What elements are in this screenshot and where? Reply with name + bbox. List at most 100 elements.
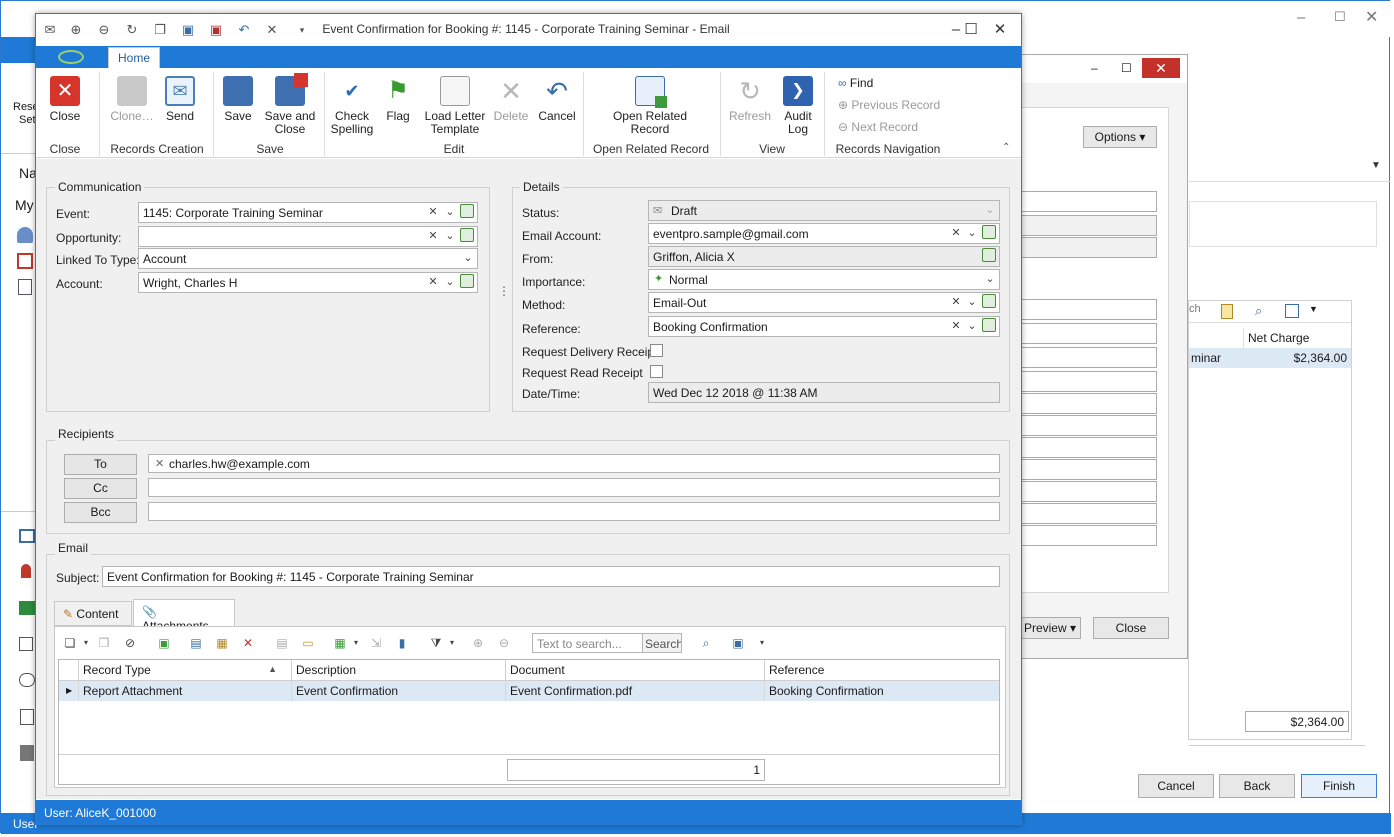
new-icon[interactable]: ❏ <box>62 635 78 651</box>
column-header-record-type[interactable]: Record Type ▲ <box>79 660 292 680</box>
document-icon[interactable] <box>18 279 32 295</box>
up-icon[interactable]: ⊕ <box>470 635 486 651</box>
chevron-down-icon[interactable]: ⌄ <box>982 201 998 220</box>
middle-dropdown[interactable] <box>1001 437 1157 458</box>
clear-icon[interactable]: ✕ <box>948 293 964 312</box>
remove-recipient-icon[interactable]: ✕ <box>155 457 164 470</box>
chevron-down-icon[interactable]: ▼ <box>1371 160 1381 171</box>
column-header-reference[interactable]: Reference <box>765 660 999 680</box>
background-finish-button[interactable]: Finish <box>1301 774 1377 798</box>
home-icon[interactable] <box>19 529 35 543</box>
chat-icon[interactable] <box>19 673 35 687</box>
add-record-icon[interactable]: ▣ <box>156 635 172 651</box>
clear-icon[interactable]: ✕ <box>948 224 964 243</box>
bcc-button[interactable]: Bcc <box>64 502 137 523</box>
clone-button[interactable]: Clone… <box>108 76 156 123</box>
chevron-down-icon[interactable]: ⌄ <box>982 270 998 289</box>
copy-icon[interactable]: ▤ <box>274 635 290 651</box>
bcc-field[interactable] <box>148 502 1000 521</box>
chevron-down-icon[interactable]: ⌄ <box>442 273 458 292</box>
tab-attachments[interactable]: 📎 Attachments <box>133 599 235 633</box>
delete-button[interactable]: ✕ Delete <box>492 76 530 123</box>
background-close-icon[interactable]: ✕ <box>1365 7 1378 27</box>
middle-close-icon[interactable]: ✕ <box>1142 58 1180 78</box>
middle-dropdown[interactable] <box>1001 191 1157 212</box>
print-icon[interactable]: ▣ <box>730 635 746 651</box>
grid-icon[interactable]: ▦ <box>332 635 348 651</box>
open-record-icon[interactable] <box>460 204 474 218</box>
calculator-icon[interactable] <box>20 745 34 761</box>
chevron-down-icon[interactable]: ⌄ <box>964 317 980 336</box>
chevron-down-icon[interactable]: ▾ <box>78 635 94 651</box>
open-record-icon[interactable] <box>982 294 996 308</box>
minimize-icon[interactable]: – <box>1091 61 1098 75</box>
pin-icon[interactable] <box>21 564 31 578</box>
send-button[interactable]: ✉ Send <box>160 76 200 123</box>
up-icon[interactable]: ⊕ <box>68 22 84 38</box>
options-button[interactable]: Options ▾ <box>1083 126 1157 148</box>
chevron-down-icon[interactable]: ▾ <box>444 635 460 651</box>
linked-to-type-dropdown[interactable]: Account <box>138 248 478 269</box>
net-charge-header[interactable]: Net Charge <box>1243 328 1351 348</box>
find-button[interactable]: ∞ Find <box>838 76 873 90</box>
save-button[interactable]: Save <box>220 76 256 123</box>
splitter-handle[interactable]: ⋮ <box>498 284 510 298</box>
column-header-description[interactable]: Description <box>292 660 506 680</box>
find-icon[interactable]: ⌕ <box>698 635 714 651</box>
search-button[interactable]: Search <box>642 633 682 653</box>
contacts-icon[interactable] <box>17 227 33 243</box>
middle-dropdown[interactable] <box>1001 481 1157 502</box>
maximize-icon[interactable]: ☐ <box>957 20 985 40</box>
chevron-down-icon[interactable]: ▾ <box>348 635 364 651</box>
clipboard-icon[interactable] <box>1221 304 1233 319</box>
clear-icon[interactable]: ✕ <box>425 203 441 222</box>
chevron-down-icon[interactable]: ▾ <box>754 635 770 651</box>
chevron-down-icon[interactable]: ⌄ <box>442 227 458 246</box>
app-logo[interactable] <box>58 50 84 64</box>
chevron-down-icon[interactable]: ⌄ <box>964 293 980 312</box>
clear-icon[interactable]: ✕ <box>948 317 964 336</box>
cc-field[interactable] <box>148 478 1000 497</box>
middle-dropdown[interactable] <box>1001 371 1157 392</box>
close-button[interactable]: ✕ Close <box>44 76 86 123</box>
view-icon[interactable]: ▤ <box>188 635 204 651</box>
background-cancel-button[interactable]: Cancel <box>1138 774 1214 798</box>
open-record-icon[interactable] <box>460 274 474 288</box>
delete-icon[interactable]: ✕ <box>240 635 256 651</box>
clone-icon[interactable]: ❐ <box>152 22 168 38</box>
middle-lookup[interactable] <box>1001 347 1157 368</box>
move-icon[interactable]: ⇲ <box>368 635 384 651</box>
subject-field[interactable]: Event Confirmation for Booking #: 1145 -… <box>102 566 1000 587</box>
filter-icon[interactable]: ⧩ <box>428 635 444 651</box>
open-record-icon[interactable] <box>460 228 474 242</box>
down-icon[interactable]: ⊖ <box>496 635 512 651</box>
down-icon[interactable]: ⊖ <box>96 22 112 38</box>
refresh-icon[interactable]: ↻ <box>124 22 140 38</box>
chevron-down-icon[interactable]: ⌄ <box>460 249 476 268</box>
money-icon[interactable] <box>19 601 35 615</box>
save-and-close-button[interactable]: Save and Close <box>262 73 318 136</box>
checklist-icon[interactable] <box>20 709 34 725</box>
middle-dropdown[interactable] <box>1001 415 1157 436</box>
info-icon[interactable]: ▮ <box>394 635 410 651</box>
row-expand-icon[interactable]: ▶ <box>59 681 79 701</box>
tab-content[interactable]: ✎ Content <box>54 601 132 626</box>
search-input[interactable]: Text to search... <box>532 633 644 653</box>
delivery-receipt-checkbox[interactable] <box>650 344 663 357</box>
refresh-button[interactable]: ↻ Refresh <box>726 76 774 123</box>
print-icon[interactable] <box>1285 304 1299 318</box>
paste-icon[interactable]: ▦ <box>214 635 230 651</box>
cancel-button[interactable]: ↶ Cancel <box>536 76 578 123</box>
flag-button[interactable]: ⚑ Flag <box>380 76 416 123</box>
report-icon[interactable] <box>19 637 33 651</box>
folder-icon[interactable]: ▭ <box>300 635 316 651</box>
middle-dropdown[interactable] <box>1001 393 1157 414</box>
maximize-icon[interactable]: ☐ <box>1121 61 1132 75</box>
save-icon[interactable]: ▣ <box>180 22 196 38</box>
middle-dropdown[interactable] <box>1001 503 1157 524</box>
middle-dropdown[interactable] <box>1001 459 1157 480</box>
load-letter-template-button[interactable]: Load Letter Template <box>424 76 486 136</box>
close-icon[interactable]: ✕ <box>986 20 1014 40</box>
background-minimize-icon[interactable]: – <box>1297 9 1305 26</box>
previous-record-button[interactable]: ⊕ Previous Record <box>838 98 940 112</box>
